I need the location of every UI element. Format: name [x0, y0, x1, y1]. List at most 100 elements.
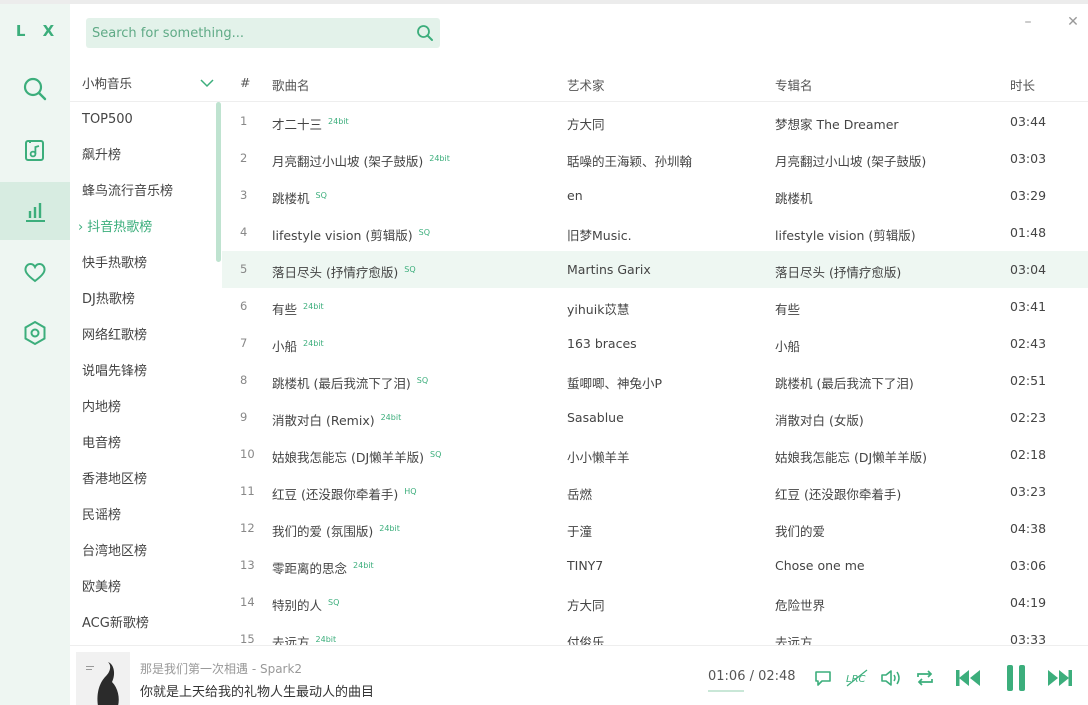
song-number: 7 — [240, 336, 247, 350]
song-list-icon — [25, 140, 44, 161]
song-name-text: 红豆 (还没跟你牵着手) — [272, 487, 399, 502]
header-artist: 艺术家 — [567, 78, 605, 93]
song-row[interactable]: 10 姑娘我怎能忘 (DJ懒羊羊版) SQ 小小懒羊羊 姑娘我怎能忘 (DJ懒羊羊版) 0… — [222, 436, 1088, 473]
search-input[interactable] — [86, 25, 410, 41]
playback-time: 01:06 / 02:48 — [708, 669, 796, 684]
search-icon — [23, 77, 47, 101]
song-album: 落日尽头 (抒情疗愈版) — [775, 262, 901, 281]
minimize-button[interactable]: – — [1018, 12, 1038, 32]
leaderboard-item[interactable]: 抖音热歌榜 — [70, 210, 222, 246]
song-name: lifestyle vision (剪辑版) SQ — [272, 225, 430, 244]
song-duration: 03:29 — [1010, 188, 1046, 203]
song-duration: 02:51 — [1010, 373, 1046, 388]
search-box — [86, 18, 440, 48]
song-duration-text: 01:48 — [1010, 225, 1047, 240]
song-row[interactable]: 1 才二十三 24bit 方大同 梦想家 The Dreamer 03:44 — [222, 103, 1088, 140]
leaderboard-item[interactable]: 网络红歌榜 — [70, 318, 222, 354]
song-name: 跳楼机 SQ — [272, 188, 327, 207]
song-row[interactable]: 5 落日尽头 (抒情疗愈版) SQ Martins Garix 落日尽头 (抒情疗愈版)… — [222, 251, 1088, 288]
previous-track-button[interactable] — [954, 664, 982, 692]
song-row[interactable]: 4 lifestyle vision (剪辑版) SQ 旧梦Music. lifesty… — [222, 214, 1088, 251]
song-duration-text: 03:23 — [1010, 484, 1047, 499]
song-row[interactable]: 3 跳楼机 SQ en 跳楼机 03:29 — [222, 177, 1088, 214]
volume-button[interactable] — [877, 664, 905, 692]
search-submit-button[interactable] — [410, 18, 440, 48]
song-number-text: 13 — [240, 558, 255, 572]
nav-favorites-button[interactable] — [0, 243, 70, 301]
lyrics-icon: LRC — [846, 669, 868, 687]
leaderboard-list-scrollbar[interactable] — [216, 102, 221, 262]
song-name-text: 才二十三 — [272, 117, 323, 132]
leaderboard-list: TOP500飙升榜蜂鸟流行音乐榜抖音热歌榜快手热歌榜DJ热歌榜网络红歌榜说唱先锋… — [70, 102, 222, 645]
song-table-header: # 歌曲名 艺术家 专辑名 时长 — [222, 64, 1088, 102]
song-number: 11 — [240, 484, 255, 498]
song-artist-text: 岳燃 — [567, 487, 593, 502]
song-row[interactable]: 14 特别的人 SQ 方大同 危险世界 04:19 — [222, 584, 1088, 621]
song-duration: 03:03 — [1010, 151, 1046, 166]
song-artist-text: 方大同 — [567, 598, 605, 613]
song-name-text: 月亮翻过小山坡 (架子鼓版) — [272, 154, 424, 169]
song-album-text: 危险世界 — [775, 598, 826, 613]
leaderboard-item[interactable]: 欧美榜 — [70, 570, 222, 606]
search-icon — [417, 25, 433, 41]
song-artist: 小小懒羊羊 — [567, 447, 630, 466]
song-duration: 02:43 — [1010, 336, 1046, 351]
leaderboard-item[interactable]: TOP500 — [70, 102, 222, 138]
song-duration-text: 03:33 — [1010, 632, 1047, 645]
leaderboard-item[interactable]: ACG新歌榜 — [70, 606, 222, 642]
song-row[interactable]: 6 有些 24bit yihuik苡慧 有些 03:41 — [222, 288, 1088, 325]
song-row[interactable]: 9 消散对白 (Remix) 24bit Sasablue 消散对白 (女版) 02:23 — [222, 399, 1088, 436]
source-selector[interactable]: 小枸音乐 — [70, 64, 222, 102]
song-name-text: lifestyle vision (剪辑版) — [272, 228, 413, 243]
song-row[interactable]: 15 去远方 24bit 付俊乐 去远方 03:33 — [222, 621, 1088, 645]
leaderboard-item[interactable]: 飙升榜 — [70, 138, 222, 174]
song-number: 4 — [240, 225, 247, 239]
song-duration: 03:23 — [1010, 484, 1046, 499]
song-duration-text: 03:03 — [1010, 151, 1047, 166]
nav-settings-button[interactable] — [0, 304, 70, 362]
song-row[interactable]: 8 跳楼机 (最后我流下了泪) SQ 蜇唧唧、神兔小P 跳楼机 (最后我流下了泪) 02:… — [222, 362, 1088, 399]
leaderboard-item[interactable]: 电音榜 — [70, 426, 222, 462]
song-row[interactable]: 12 我们的爱 (氛围版) 24bit 于潼 我们的爱 04:38 — [222, 510, 1088, 547]
quality-badge: SQ — [416, 376, 429, 385]
lyrics-button[interactable]: LRC — [843, 664, 871, 692]
leaderboard-item[interactable]: 香港地区榜 — [70, 462, 222, 498]
nav-song-list-button[interactable] — [0, 121, 70, 179]
comment-button[interactable] — [809, 664, 837, 692]
song-duration-text: 03:04 — [1010, 262, 1047, 277]
app-logo: L X — [15, 22, 61, 40]
leaderboard-item[interactable]: 快手热歌榜 — [70, 246, 222, 282]
progress-bar[interactable] — [708, 690, 744, 692]
song-album-text: 月亮翻过小山坡 (架子鼓版) — [775, 154, 927, 169]
song-row[interactable]: 7 小船 24bit 163 braces 小船 02:43 — [222, 325, 1088, 362]
nav-rail: L X — [0, 4, 70, 705]
leaderboard-item[interactable]: 内地榜 — [70, 390, 222, 426]
song-album-text: 小船 — [775, 339, 801, 354]
nav-leaderboard-button[interactable] — [0, 182, 70, 240]
song-name-text: 有些 — [272, 302, 298, 317]
leaderboard-item[interactable]: 台湾地区榜 — [70, 534, 222, 570]
song-artist: Sasablue — [567, 410, 624, 425]
song-duration: 03:44 — [1010, 114, 1046, 129]
repeat-mode-button[interactable] — [911, 664, 939, 692]
album-cover-image — [76, 652, 130, 705]
song-number-text: 3 — [240, 188, 248, 202]
play-pause-button[interactable] — [1002, 664, 1030, 692]
song-artist-text: 蜇唧唧、神兔小P — [567, 376, 663, 391]
song-album: 跳楼机 — [775, 188, 813, 207]
next-track-button[interactable] — [1046, 664, 1074, 692]
song-row[interactable]: 11 红豆 (还没跟你牵着手) HQ 岳燃 红豆 (还没跟你牵着手) 03:23 — [222, 473, 1088, 510]
song-number-text: 8 — [240, 373, 248, 387]
song-row[interactable]: 13 零距离的思念 24bit TINY7 Chose one me 03:06 — [222, 547, 1088, 584]
leaderboard-item[interactable]: 蜂鸟流行音乐榜 — [70, 174, 222, 210]
song-row[interactable]: 2 月亮翻过小山坡 (架子鼓版) 24bit 聒噪的王海颖、孙圳翰 月亮翻过小山坡 (架… — [222, 140, 1088, 177]
song-name: 姑娘我怎能忘 (DJ懒羊羊版) SQ — [272, 447, 441, 466]
leaderboard-item[interactable]: 说唱先锋榜 — [70, 354, 222, 390]
close-button[interactable]: ✕ — [1063, 12, 1083, 32]
song-album: 去远方 — [775, 632, 813, 645]
nav-search-button[interactable] — [0, 60, 70, 118]
leaderboard-item[interactable]: 民谣榜 — [70, 498, 222, 534]
album-cover[interactable] — [76, 652, 130, 705]
leaderboard-item[interactable]: DJ热歌榜 — [70, 282, 222, 318]
song-number-text: 9 — [240, 410, 248, 424]
